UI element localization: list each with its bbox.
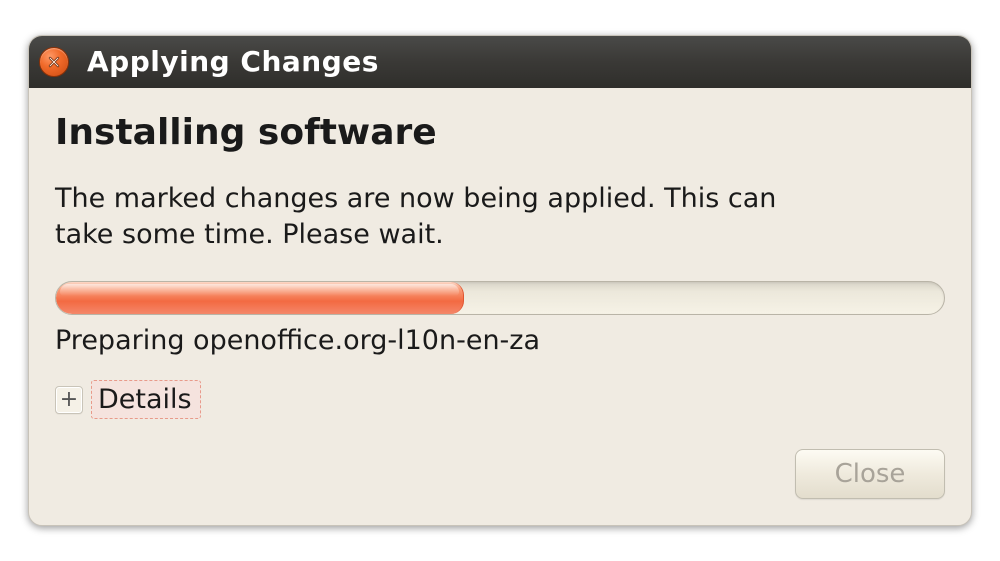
status-text: Preparing openoffice.org-l10n-en-za bbox=[55, 325, 945, 356]
progress-fill bbox=[56, 282, 464, 314]
window-title: Applying Changes bbox=[87, 45, 379, 78]
progress-bar bbox=[55, 281, 945, 315]
close-icon[interactable] bbox=[39, 47, 69, 77]
details-expander-row: + Details bbox=[55, 380, 945, 419]
page-heading: Installing software bbox=[55, 112, 945, 153]
details-button[interactable]: Details bbox=[91, 380, 201, 419]
description-text: The marked changes are now being applied… bbox=[55, 181, 825, 254]
titlebar: Applying Changes bbox=[29, 36, 971, 88]
dialog-content: Installing software The marked changes a… bbox=[29, 88, 971, 526]
button-row: Close bbox=[55, 449, 945, 499]
close-button: Close bbox=[795, 449, 945, 499]
expand-icon[interactable]: + bbox=[55, 386, 83, 414]
dialog-window: Applying Changes Installing software The… bbox=[28, 35, 972, 527]
